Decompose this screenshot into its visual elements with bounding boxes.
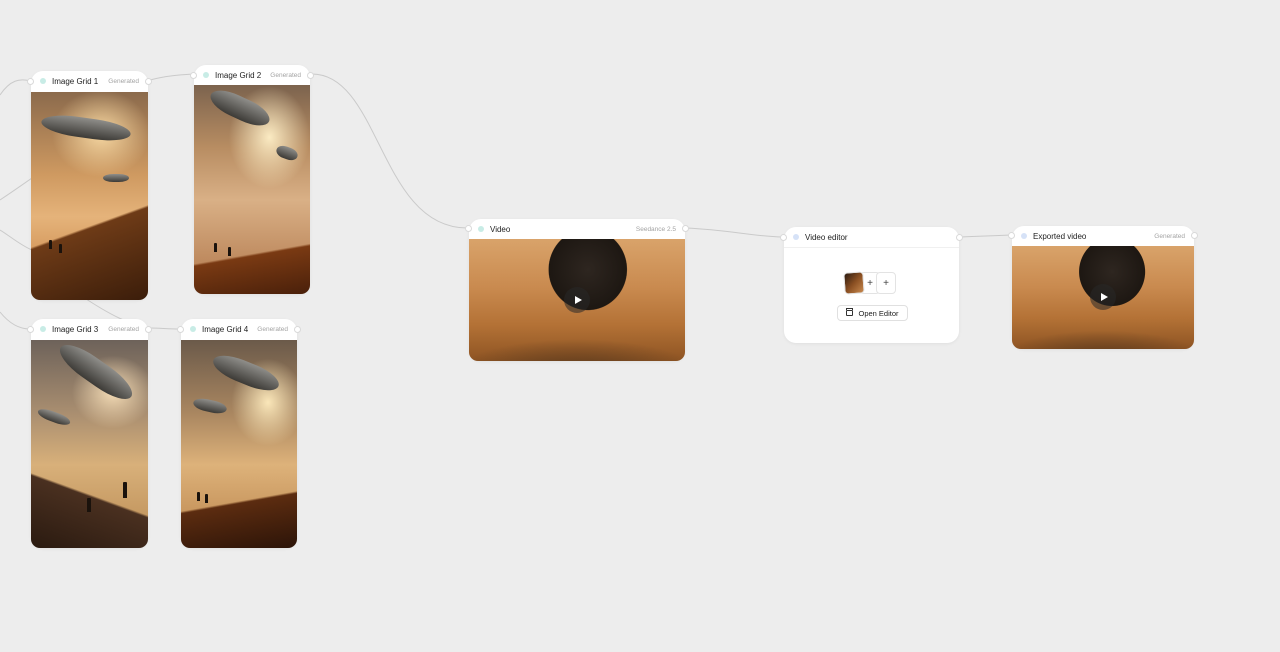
clapperboard-icon [846,308,854,316]
exported-video-preview[interactable] [1012,246,1194,349]
node-header: Video Seedance 2.5 [469,219,685,239]
figure-silhouette [87,498,91,512]
figure-silhouette [214,243,217,252]
spaceship-icon [209,349,283,397]
edge-editor-export [960,234,1011,238]
node-status: Generated [270,71,301,79]
add-clip-button[interactable]: + [876,272,896,294]
node-header: Video editor [784,227,959,247]
output-port[interactable] [145,326,152,333]
edge-in-left-b [0,229,33,251]
spaceship-icon [53,340,139,407]
node-header: Image Grid 3 Generated [31,319,148,339]
status-dot-icon [478,226,484,232]
clip-thumbnails: + + [843,271,896,295]
workflow-canvas[interactable]: Image Grid 1 Generated Image Grid 2 Gene… [0,0,1280,652]
edge-grid2-video [311,73,468,229]
node-status: Generated [108,325,139,333]
video-editor-node[interactable]: Video editor + + Open Editor [780,227,963,343]
input-port[interactable] [27,326,34,333]
image-grid-1-node[interactable]: Image Grid 1 Generated [27,71,152,300]
input-port[interactable] [177,326,184,333]
editor-body: + + Open Editor [784,247,959,343]
status-dot-icon [1021,233,1027,239]
node-status: Generated [108,77,139,85]
generated-image[interactable] [31,92,148,300]
node-header: Exported video Generated [1012,226,1194,246]
output-port[interactable] [145,78,152,85]
input-port[interactable] [1008,232,1015,239]
play-button[interactable] [1090,284,1116,310]
status-dot-icon [793,234,799,240]
output-port[interactable] [307,72,314,79]
output-port[interactable] [1191,232,1198,239]
exported-video-node[interactable]: Exported video Generated [1008,226,1198,349]
generated-image[interactable] [31,340,148,548]
generated-image[interactable] [181,340,297,548]
output-port[interactable] [956,234,963,241]
node-header: Image Grid 1 Generated [31,71,148,91]
node-title: Image Grid 1 [52,76,99,86]
node-title: Video [490,224,511,234]
spaceship-icon [40,111,132,145]
video-preview[interactable] [469,239,685,361]
status-dot-icon [40,78,46,84]
spaceship-icon [36,406,72,428]
play-icon [574,296,582,304]
node-header: Image Grid 2 Generated [194,65,310,85]
node-title: Image Grid 2 [215,70,262,80]
figure-silhouette [49,240,52,249]
image-grid-3-node[interactable]: Image Grid 3 Generated [27,319,152,548]
edge-in-grid1 [0,79,31,96]
figure-silhouette [59,244,62,253]
figure-silhouette [205,494,208,503]
output-port[interactable] [294,326,301,333]
image-grid-4-node[interactable]: Image Grid 4 Generated [177,319,301,548]
video-node[interactable]: Video Seedance 2.5 [465,219,689,361]
spaceship-icon [206,85,274,132]
image-grid-2-node[interactable]: Image Grid 2 Generated [190,65,314,294]
input-port[interactable] [190,72,197,79]
node-header: Image Grid 4 Generated [181,319,297,339]
node-title: Exported video [1033,231,1087,241]
figure-silhouette [123,482,127,498]
node-title: Image Grid 3 [52,324,99,334]
play-icon [1100,293,1108,301]
input-port[interactable] [27,78,34,85]
clip-thumbnail[interactable] [843,271,865,295]
edge-grid3-grid4 [149,327,181,330]
output-port[interactable] [682,225,689,232]
edge-in-grid3 [0,311,31,330]
status-dot-icon [190,326,196,332]
open-editor-label: Open Editor [858,308,899,318]
input-port[interactable] [780,234,787,241]
model-name: Seedance 2.5 [635,225,676,233]
spaceship-icon [192,396,228,416]
open-editor-button[interactable]: Open Editor [837,305,908,321]
edge-grid1-grid2 [149,73,194,81]
generated-image[interactable] [194,85,310,294]
status-dot-icon [40,326,46,332]
spaceship-icon [274,143,300,163]
edge-video-editor [685,227,783,238]
play-button[interactable] [564,287,590,313]
node-status: Generated [1154,232,1185,240]
status-dot-icon [203,72,209,78]
figure-silhouette [228,247,231,256]
input-port[interactable] [465,225,472,232]
spaceship-icon [103,174,129,182]
node-status: Generated [257,325,288,333]
edge-in-left-a [0,177,33,201]
figure-silhouette [197,492,200,501]
node-title: Image Grid 4 [202,324,249,334]
node-title: Video editor [805,232,848,242]
